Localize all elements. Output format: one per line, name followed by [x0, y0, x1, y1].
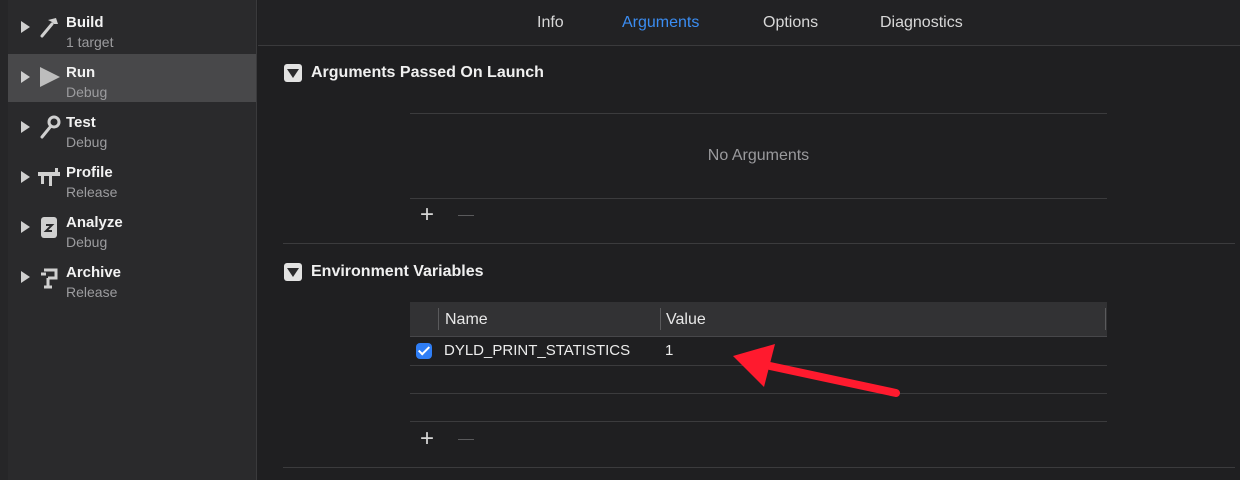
row-divider [410, 393, 1107, 394]
section-divider [283, 243, 1235, 244]
disclosure-triangle-icon[interactable] [21, 221, 30, 233]
sidebar-item-title: Profile [66, 164, 113, 181]
section-title: Environment Variables [311, 263, 484, 280]
row-divider [410, 365, 1107, 366]
disclosure-triangle-icon[interactable] [21, 121, 30, 133]
sidebar-item-title: Build [66, 14, 104, 31]
sidebar-item-test[interactable]: Test Debug [8, 104, 256, 152]
tab-options[interactable]: Options [763, 14, 818, 32]
disclosure-triangle-icon[interactable] [21, 271, 30, 283]
archive-icon [41, 268, 58, 289]
tab-bar: Info Arguments Options Diagnostics [258, 0, 1240, 46]
sidebar-item-subtitle: Debug [66, 234, 108, 250]
tab-diagnostics[interactable]: Diagnostics [880, 14, 963, 32]
section-title: Arguments Passed On Launch [311, 64, 544, 81]
sidebar-item-subtitle: Debug [66, 134, 108, 150]
wrench-icon [40, 115, 61, 139]
sidebar-item-subtitle: Release [66, 284, 118, 300]
table-header: Name Value [410, 302, 1107, 337]
tab-arguments[interactable]: Arguments [622, 14, 699, 32]
column-separator [438, 308, 439, 330]
sidebar-item-title: Run [66, 64, 96, 81]
section-divider [283, 467, 1235, 468]
sidebar-item-build[interactable]: Build 1 target [8, 4, 256, 52]
play-icon [40, 67, 60, 87]
variable-value-cell[interactable]: 1 [665, 342, 673, 359]
disclosure-triangle-icon[interactable] [21, 71, 30, 83]
add-variable-button[interactable]: + [420, 427, 434, 451]
tab-info[interactable]: Info [537, 14, 564, 32]
scheme-action-sidebar: Build 1 target Run Debug Test Debug Prof… [0, 0, 257, 480]
remove-argument-button[interactable] [458, 215, 474, 216]
sidebar-item-title: Analyze [66, 214, 123, 231]
instruments-icon [38, 168, 60, 186]
sidebar-edge [0, 0, 8, 480]
enabled-checkbox[interactable] [416, 343, 432, 359]
column-separator [660, 308, 661, 330]
sidebar-item-analyze[interactable]: Analyze Debug [8, 204, 256, 252]
column-header-value[interactable]: Value [666, 311, 706, 329]
variable-name-cell[interactable]: DYLD_PRINT_STATISTICS [444, 342, 630, 359]
table-row[interactable]: DYLD_PRINT_STATISTICS 1 [410, 337, 1107, 365]
analyze-icon [41, 217, 57, 238]
no-arguments-label: No Arguments [707, 147, 810, 164]
disclosure-triangle-icon[interactable] [21, 171, 30, 183]
sidebar-item-run[interactable]: Run Debug [8, 54, 256, 102]
sidebar-item-subtitle: Release [66, 184, 118, 200]
collapse-triangle-icon[interactable] [284, 263, 302, 281]
column-separator [1105, 308, 1106, 330]
remove-variable-button[interactable] [458, 439, 474, 440]
sidebar-item-title: Test [66, 114, 96, 131]
add-argument-button[interactable]: + [420, 203, 434, 227]
divider [410, 113, 1107, 114]
divider [410, 198, 1107, 199]
hammer-icon [40, 18, 58, 38]
sidebar-item-subtitle: 1 target [66, 34, 114, 50]
scheme-editor-window: Build 1 target Run Debug Test Debug Prof… [0, 0, 1240, 480]
sidebar-item-subtitle: Debug [66, 84, 108, 100]
disclosure-triangle-icon[interactable] [21, 21, 30, 33]
sidebar-item-archive[interactable]: Archive Release [8, 254, 256, 302]
column-header-name[interactable]: Name [445, 311, 488, 329]
collapse-triangle-icon[interactable] [284, 64, 302, 82]
sidebar-item-title: Archive [66, 264, 122, 281]
sidebar-item-profile[interactable]: Profile Release [8, 154, 256, 202]
row-divider [410, 421, 1107, 422]
